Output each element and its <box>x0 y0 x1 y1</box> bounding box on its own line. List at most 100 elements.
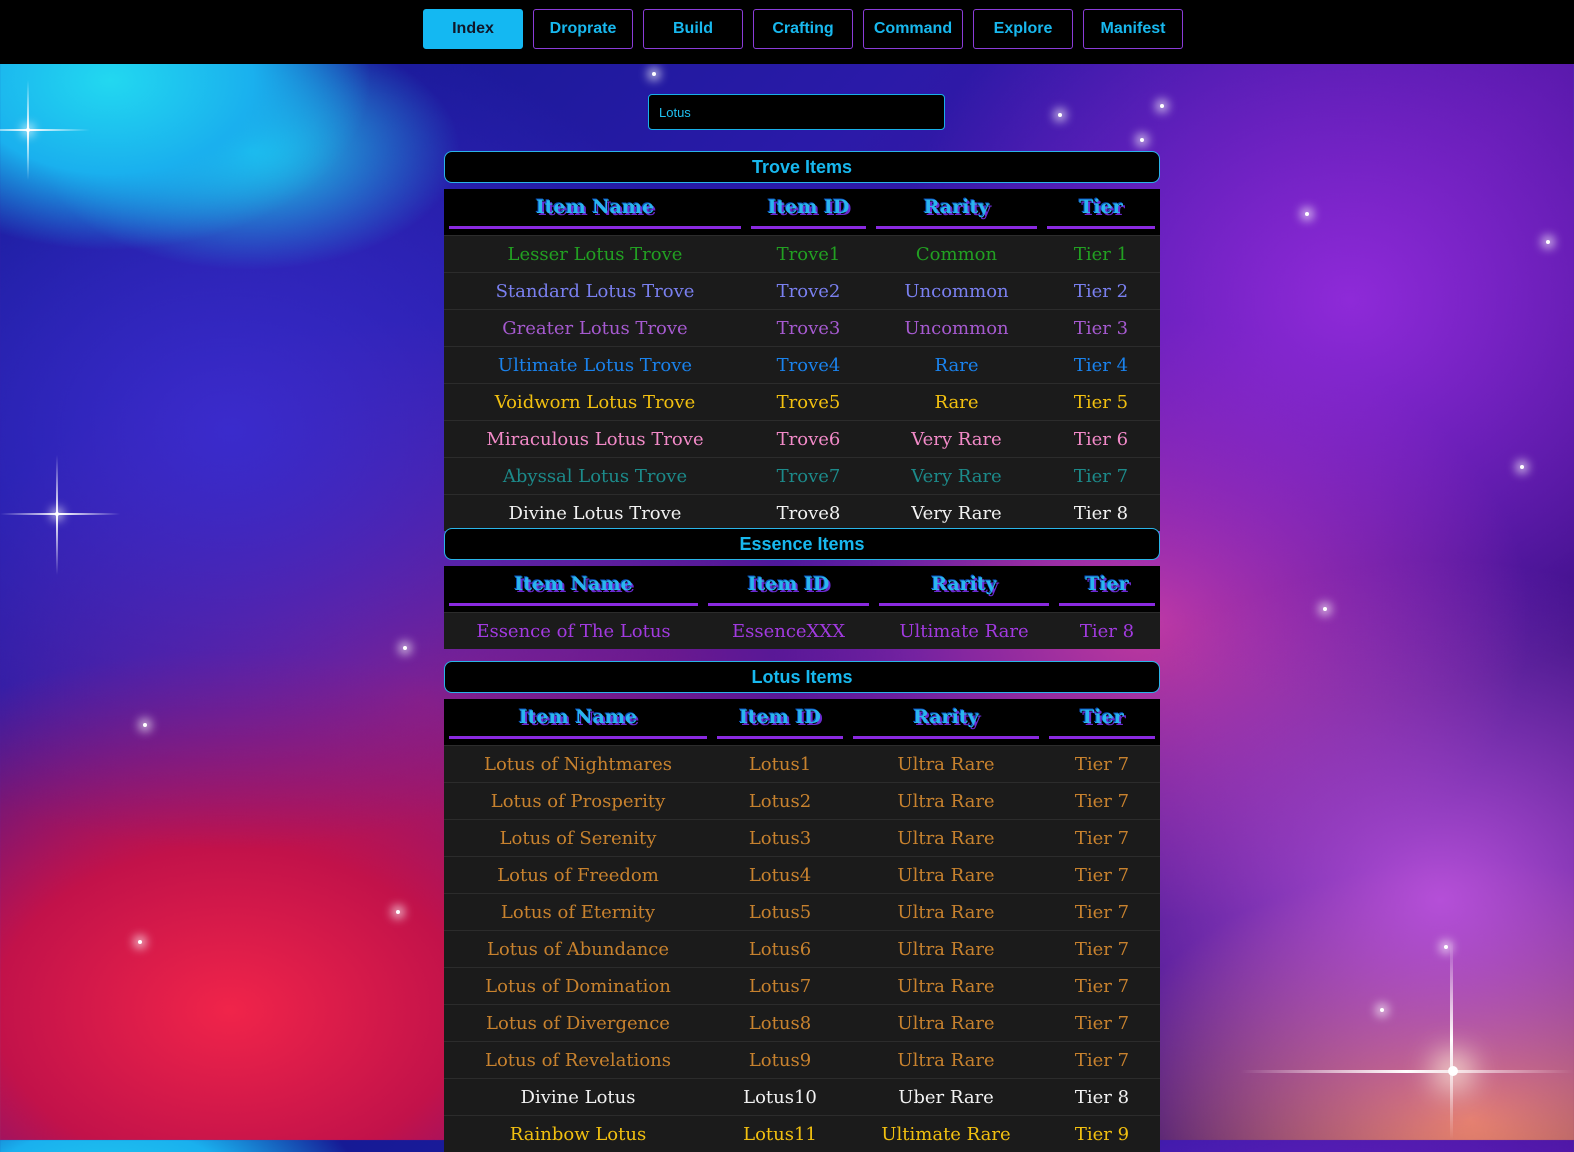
star-decoration <box>1140 138 1144 142</box>
item-name-cell: Voidworn Lotus Trove <box>444 384 746 421</box>
item-id-cell: Lotus10 <box>712 1079 848 1116</box>
item-name-cell: Lesser Lotus Trove <box>444 236 746 273</box>
column-header-item-id[interactable]: Item ID <box>712 699 848 746</box>
item-name-cell: Miraculous Lotus Trove <box>444 421 746 458</box>
nav-button-index[interactable]: Index <box>423 9 523 49</box>
table-row[interactable]: Divine LotusLotus10Uber RareTier 8 <box>444 1079 1160 1116</box>
star-decoration <box>0 513 120 515</box>
trove-items-section: Trove Items Item Name Item ID Rarity Tie… <box>444 151 1160 531</box>
table-header-row: Item Name Item ID Rarity Tier <box>444 699 1160 746</box>
column-header-rarity[interactable]: Rarity <box>871 189 1042 236</box>
table-row[interactable]: Greater Lotus TroveTrove3UncommonTier 3 <box>444 310 1160 347</box>
item-id-cell: Trove1 <box>746 236 871 273</box>
item-name-cell: Standard Lotus Trove <box>444 273 746 310</box>
item-name-cell: Lotus of Divergence <box>444 1005 712 1042</box>
table-row[interactable]: Lotus of AbundanceLotus6Ultra RareTier 7 <box>444 931 1160 968</box>
item-id-cell: Lotus2 <box>712 783 848 820</box>
section-title: Trove Items <box>444 151 1160 183</box>
column-header-tier[interactable]: Tier <box>1044 699 1160 746</box>
rarity-cell: Ultra Rare <box>848 894 1044 931</box>
tier-cell: Tier 7 <box>1044 894 1160 931</box>
table-body: Essence of The LotusEssenceXXXUltimate R… <box>444 613 1160 650</box>
item-name-cell: Divine Lotus Trove <box>444 495 746 532</box>
item-id-cell: Trove8 <box>746 495 871 532</box>
tier-cell: Tier 7 <box>1044 857 1160 894</box>
item-name-cell: Lotus of Freedom <box>444 857 712 894</box>
column-header-item-id[interactable]: Item ID <box>703 566 874 613</box>
lotus-items-table: Item Name Item ID Rarity Tier Lotus of N… <box>444 699 1160 1152</box>
nav-button-explore[interactable]: Explore <box>973 9 1073 49</box>
star-decoration <box>1160 104 1164 108</box>
rarity-cell: Rare <box>871 384 1042 421</box>
tier-cell: Tier 7 <box>1044 820 1160 857</box>
table-body: Lotus of NightmaresLotus1Ultra RareTier … <box>444 746 1160 1152</box>
rarity-cell: Ultimate Rare <box>848 1116 1044 1152</box>
item-id-cell: Lotus4 <box>712 857 848 894</box>
tier-cell: Tier 6 <box>1042 421 1160 458</box>
essence-items-table: Item Name Item ID Rarity Tier Essence of… <box>444 566 1160 649</box>
item-id-cell: Lotus8 <box>712 1005 848 1042</box>
item-id-cell: Trove4 <box>746 347 871 384</box>
item-id-cell: Lotus5 <box>712 894 848 931</box>
column-header-item-name[interactable]: Item Name <box>444 566 703 613</box>
essence-items-section: Essence Items Item Name Item ID Rarity T… <box>444 528 1160 649</box>
column-header-item-id[interactable]: Item ID <box>746 189 871 236</box>
nav-button-crafting[interactable]: Crafting <box>753 9 853 49</box>
item-name-cell: Essence of The Lotus <box>444 613 703 650</box>
table-row[interactable]: Lotus of NightmaresLotus1Ultra RareTier … <box>444 746 1160 783</box>
tier-cell: Tier 7 <box>1044 783 1160 820</box>
item-id-cell: Lotus3 <box>712 820 848 857</box>
column-header-tier[interactable]: Tier <box>1054 566 1160 613</box>
column-header-item-name[interactable]: Item Name <box>444 699 712 746</box>
tier-cell: Tier 7 <box>1044 1005 1160 1042</box>
table-row[interactable]: Lotus of DominationLotus7Ultra RareTier … <box>444 968 1160 1005</box>
table-row[interactable]: Abyssal Lotus TroveTrove7Very RareTier 7 <box>444 458 1160 495</box>
table-row[interactable]: Lotus of DivergenceLotus8Ultra RareTier … <box>444 1005 1160 1042</box>
rarity-cell: Ultra Rare <box>848 931 1044 968</box>
rarity-cell: Rare <box>871 347 1042 384</box>
rarity-cell: Ultra Rare <box>848 968 1044 1005</box>
nav-button-droprate[interactable]: Droprate <box>533 9 633 49</box>
item-name-cell: Abyssal Lotus Trove <box>444 458 746 495</box>
item-name-cell: Lotus of Nightmares <box>444 746 712 783</box>
tier-cell: Tier 7 <box>1044 968 1160 1005</box>
star-decoration <box>1450 940 1453 1140</box>
table-row[interactable]: Lotus of EternityLotus5Ultra RareTier 7 <box>444 894 1160 931</box>
star-decoration <box>143 723 147 727</box>
item-id-cell: Lotus11 <box>712 1116 848 1152</box>
rarity-cell: Common <box>871 236 1042 273</box>
tier-cell: Tier 8 <box>1054 613 1160 650</box>
table-row[interactable]: Voidworn Lotus TroveTrove5RareTier 5 <box>444 384 1160 421</box>
table-row[interactable]: Divine Lotus TroveTrove8Very RareTier 8 <box>444 495 1160 532</box>
column-header-rarity[interactable]: Rarity <box>848 699 1044 746</box>
search-input[interactable] <box>648 94 945 130</box>
table-row[interactable]: Lotus of RevelationsLotus9Ultra RareTier… <box>444 1042 1160 1079</box>
table-row[interactable]: Lesser Lotus TroveTrove1CommonTier 1 <box>444 236 1160 273</box>
item-name-cell: Ultimate Lotus Trove <box>444 347 746 384</box>
table-row[interactable]: Standard Lotus TroveTrove2UncommonTier 2 <box>444 273 1160 310</box>
star-decoration <box>1240 1070 1574 1073</box>
table-row[interactable]: Rainbow LotusLotus11Ultimate RareTier 9 <box>444 1116 1160 1152</box>
table-row[interactable]: Lotus of ProsperityLotus2Ultra RareTier … <box>444 783 1160 820</box>
table-row[interactable]: Lotus of FreedomLotus4Ultra RareTier 7 <box>444 857 1160 894</box>
star-decoration <box>1444 945 1448 949</box>
tier-cell: Tier 1 <box>1042 236 1160 273</box>
table-row[interactable]: Miraculous Lotus TroveTrove6Very RareTie… <box>444 421 1160 458</box>
column-header-rarity[interactable]: Rarity <box>874 566 1054 613</box>
column-header-item-name[interactable]: Item Name <box>444 189 746 236</box>
nav-button-command[interactable]: Command <box>863 9 963 49</box>
rarity-cell: Very Rare <box>871 495 1042 532</box>
star-decoration <box>1520 465 1524 469</box>
rarity-cell: Ultra Rare <box>848 1042 1044 1079</box>
table-header-row: Item Name Item ID Rarity Tier <box>444 566 1160 613</box>
star-decoration <box>1305 212 1309 216</box>
table-row[interactable]: Ultimate Lotus TroveTrove4RareTier 4 <box>444 347 1160 384</box>
nav-button-build[interactable]: Build <box>643 9 743 49</box>
lotus-items-section: Lotus Items Item Name Item ID Rarity Tie… <box>444 661 1160 1152</box>
column-header-tier[interactable]: Tier <box>1042 189 1160 236</box>
tier-cell: Tier 7 <box>1042 458 1160 495</box>
table-row[interactable]: Lotus of SerenityLotus3Ultra RareTier 7 <box>444 820 1160 857</box>
rarity-cell: Very Rare <box>871 421 1042 458</box>
nav-button-manifest[interactable]: Manifest <box>1083 9 1183 49</box>
table-row[interactable]: Essence of The LotusEssenceXXXUltimate R… <box>444 613 1160 650</box>
